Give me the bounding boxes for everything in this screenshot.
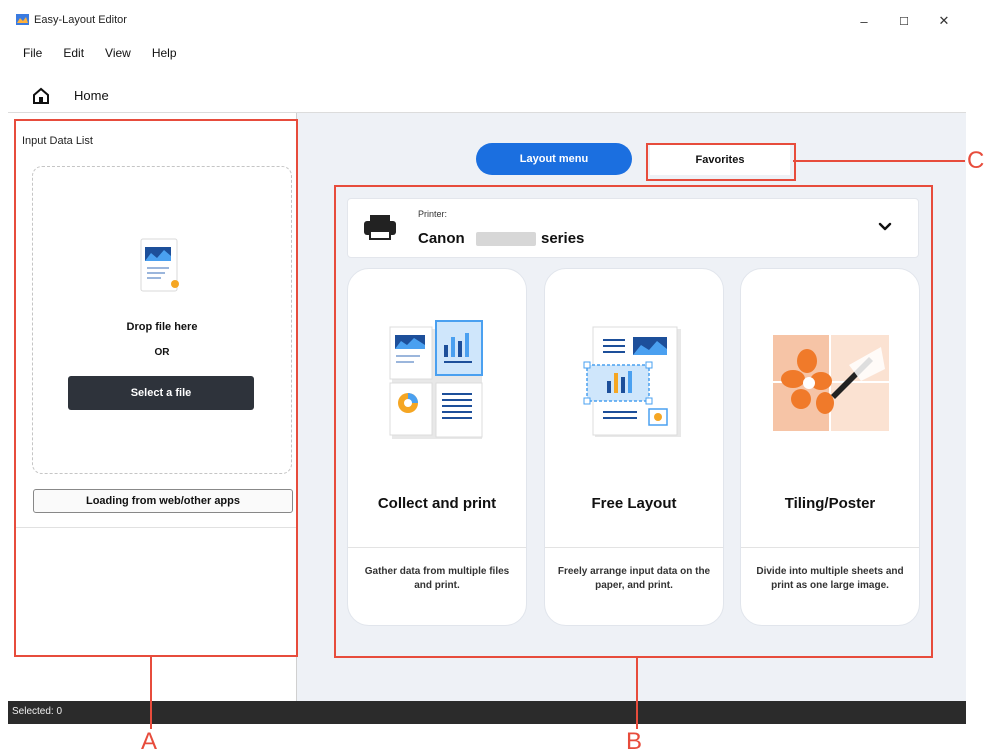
callout-line-b — [636, 656, 638, 729]
card-divider — [741, 547, 919, 548]
card-desc-tiling: Divide into multiple sheets and print as… — [756, 566, 904, 591]
window-title: Easy-Layout Editor — [34, 14, 127, 26]
selected-count: Selected: 0 — [12, 706, 63, 717]
maximize-icon: ☐ — [899, 15, 909, 28]
or-label: OR — [154, 347, 170, 358]
callout-line-c — [793, 160, 965, 162]
card-collect-and-print[interactable]: Collect and print Gather data from multi… — [347, 268, 527, 626]
printer-label: Printer: — [418, 209, 448, 219]
card-divider — [545, 547, 723, 548]
minimize-button[interactable]: – — [844, 8, 884, 34]
card-tiling-poster[interactable]: Tiling/Poster Divide into multiple sheet… — [740, 268, 920, 626]
printer-name-suffix: series — [541, 230, 585, 247]
callout-label-a: A — [141, 728, 158, 755]
home-link[interactable]: Home — [74, 88, 109, 103]
select-file-button[interactable]: Select a file — [68, 376, 254, 410]
menu-file[interactable]: File — [12, 44, 52, 64]
close-icon: ✕ — [938, 13, 950, 28]
card-divider — [348, 547, 526, 548]
callout-label-b: B — [626, 728, 643, 755]
menu-view[interactable]: View — [94, 44, 141, 64]
drop-zone[interactable]: Drop file here OR — [32, 166, 292, 474]
maximize-button[interactable]: ☐ — [884, 8, 924, 34]
load-from-web-button[interactable]: Loading from web/other apps — [33, 489, 293, 513]
close-button[interactable]: ✕ — [924, 8, 964, 34]
panel-divider — [16, 527, 298, 528]
free-layout-illustration — [583, 326, 681, 437]
title-bar: Easy-Layout Editor – ☐ ✕ — [8, 8, 966, 34]
tab-favorites[interactable]: Favorites — [650, 145, 790, 175]
menu-bar: File Edit View Help — [12, 44, 187, 64]
printer-icon — [364, 215, 396, 240]
callout-line-a — [150, 655, 152, 729]
card-desc-collect: Gather data from multiple files and prin… — [364, 566, 510, 591]
collect-print-illustration — [389, 320, 483, 439]
tab-layout-menu[interactable]: Layout menu — [476, 143, 632, 175]
tiling-poster-illustration — [773, 335, 889, 431]
drop-file-label: Drop file here — [126, 321, 198, 333]
card-desc-free-layout: Freely arrange input data on the paper, … — [557, 566, 711, 591]
home-icon[interactable] — [32, 87, 50, 105]
input-data-list-title: Input Data List — [22, 135, 93, 147]
app-logo-icon — [16, 14, 29, 25]
document-icon — [140, 238, 179, 292]
minimize-icon: – — [860, 13, 868, 29]
printer-selector[interactable] — [347, 198, 919, 258]
menu-edit[interactable]: Edit — [52, 44, 94, 64]
chevron-down-icon[interactable] — [876, 218, 894, 236]
redacted-model — [476, 232, 536, 246]
card-title-tiling: Tiling/Poster — [784, 495, 876, 512]
card-free-layout[interactable]: Free Layout Freely arrange input data on… — [544, 268, 724, 626]
printer-name-prefix: Canon — [418, 230, 465, 247]
card-title-free-layout: Free Layout — [591, 495, 677, 512]
menu-help[interactable]: Help — [141, 44, 187, 64]
card-title-collect: Collect and print — [377, 495, 497, 512]
callout-label-c: C — [967, 147, 985, 174]
